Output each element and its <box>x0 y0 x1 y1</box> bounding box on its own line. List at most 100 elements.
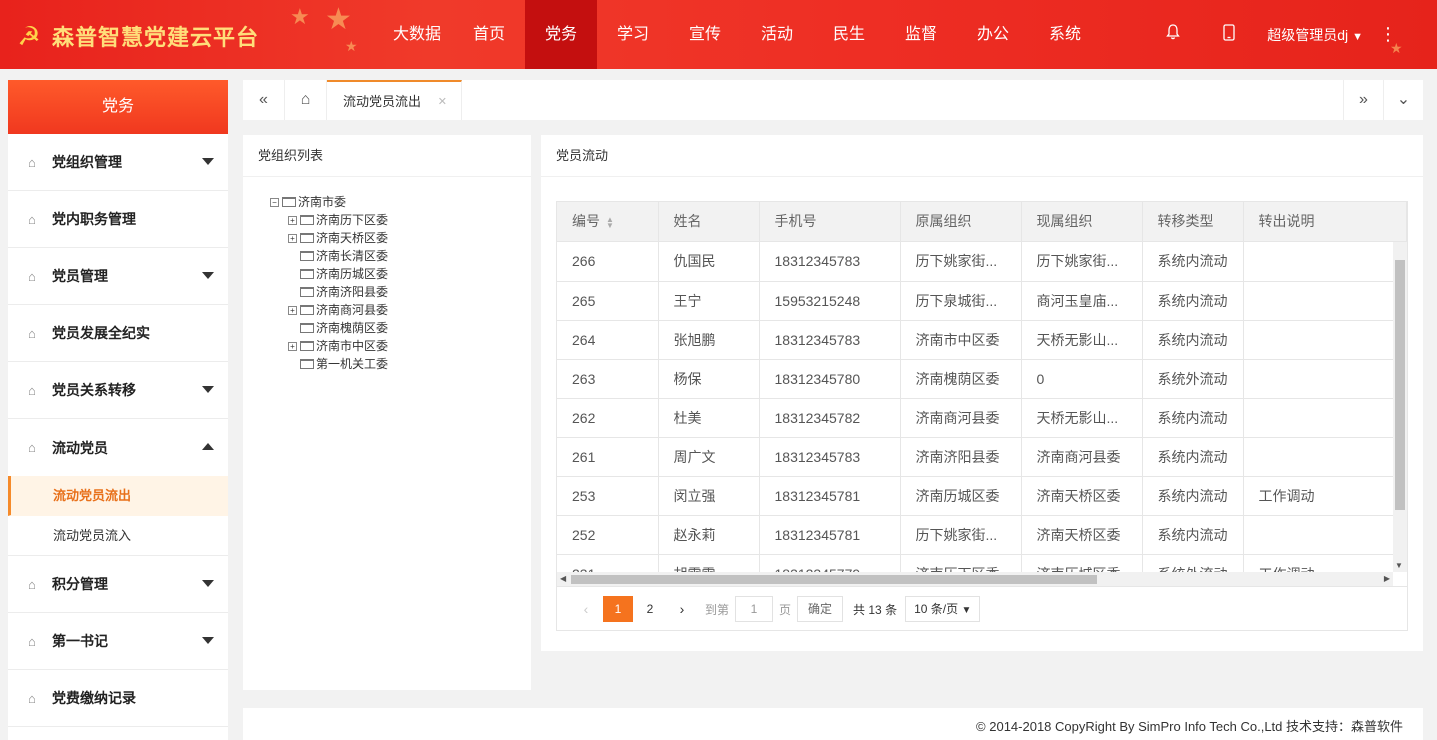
column-header-original-org: 原属组织 <box>900 202 1022 242</box>
nav-item-supervision[interactable]: 监督 <box>885 0 957 69</box>
sidebar-item-position-management[interactable]: ⌂ 党内职务管理 <box>8 191 228 248</box>
nav-item-bigdata[interactable]: 大数据 <box>381 0 453 69</box>
table-row[interactable]: 262 杜美 18312345782 济南商河县委 天桥无影山... 系统内流动 <box>557 398 1393 438</box>
page-size-select[interactable]: 10 条/页 ▼ <box>905 596 981 622</box>
sort-icon[interactable]: ▲ ▼ <box>606 215 616 229</box>
sidebar-subitem-floating-in[interactable]: 流动党员流入 <box>8 516 228 556</box>
home-icon: ⌂ <box>28 211 36 227</box>
horizontal-scroll-thumb[interactable] <box>571 575 1097 584</box>
table-row[interactable]: 265 王宁 15953215248 历下泉城街... 商河玉皇庙... 系统内流动 <box>557 281 1393 321</box>
nav-item-system[interactable]: 系统 <box>1029 0 1101 69</box>
bell-icon[interactable] <box>1145 24 1201 45</box>
expand-icon[interactable]: + <box>288 233 297 243</box>
nav-item-party-affairs[interactable]: 党务 <box>525 0 597 69</box>
cell-id: 264 <box>557 320 659 360</box>
page-button[interactable]: 2 <box>635 596 665 622</box>
prev-page-icon[interactable]: ‹ <box>571 596 601 622</box>
tree-node[interactable]: 济南济阳县委 <box>270 283 531 301</box>
org-list-title: 党组织列表 <box>243 135 531 177</box>
sidebar-item-relation-transfer[interactable]: ⌂ 党员关系转移 <box>8 362 228 419</box>
member-flow-table: 编号 ▲ ▼ 姓名 手机号 原属组织 现属组织 转移类型 转出说明 266 仇国民 18… <box>556 201 1408 631</box>
cell-transfer-type: 系统内流动 <box>1142 437 1244 477</box>
tree-node[interactable]: + 济南市中区委 <box>270 337 531 355</box>
folder-icon <box>300 215 314 225</box>
cell-current-org: 济南历城区委 <box>1021 554 1143 572</box>
sidebar-item-label: 党员发展全纪实 <box>52 325 150 341</box>
tree-node[interactable]: + 济南天桥区委 <box>270 229 531 247</box>
nav-item-activity[interactable]: 活动 <box>741 0 813 69</box>
home-tab-icon[interactable]: ⌂ <box>285 80 327 120</box>
next-page-icon[interactable]: › <box>667 596 697 622</box>
collapse-icon[interactable]: − <box>270 197 279 207</box>
user-menu[interactable]: 超级管理员dj ▼ <box>1267 25 1363 45</box>
sidebar-item-member-management[interactable]: ⌂ 党员管理 <box>8 248 228 305</box>
sidebar-item-first-secretary[interactable]: ⌂ 第一书记 <box>8 613 228 670</box>
total-count: 共 13 条 <box>853 602 898 617</box>
star-decoration: ★ <box>325 3 352 36</box>
scroll-left-icon[interactable]: ◀ <box>560 574 566 583</box>
table-row[interactable]: 252 赵永莉 18312345781 历下姚家街... 济南天桥区委 系统内流动 <box>557 515 1393 555</box>
scroll-tabs-left-icon[interactable]: « <box>243 80 285 120</box>
tree-node[interactable]: 济南长清区委 <box>270 247 531 265</box>
expand-icon[interactable]: + <box>288 341 297 351</box>
tree-node[interactable]: + 济南历下区委 <box>270 211 531 229</box>
tab-menu-chevron-down-icon[interactable]: ⌄ <box>1383 80 1423 120</box>
tab-floating-out[interactable]: 流动党员流出 ✕ <box>327 80 463 122</box>
cell-name: 周广文 <box>658 437 760 477</box>
sidebar-item-floating-members[interactable]: ⌂ 流动党员 <box>8 419 228 476</box>
scroll-right-icon[interactable]: ▶ <box>1384 574 1390 583</box>
scroll-tabs-right-icon[interactable]: » <box>1343 80 1383 120</box>
pagination: ‹ 1 2 › 到第 1 页 确定 共 13 条 10 条/页 ▼ <box>557 586 1407 630</box>
nav-item-livelihood[interactable]: 民生 <box>813 0 885 69</box>
folder-icon <box>300 359 314 369</box>
table-row[interactable]: 261 周广文 18312345783 济南济阳县委 济南商河县委 系统内流动 <box>557 437 1393 477</box>
nav-item-study[interactable]: 学习 <box>597 0 669 69</box>
expand-icon[interactable]: + <box>288 215 297 225</box>
tab-bar: « ⌂ 流动党员流出 ✕ » ⌄ <box>243 80 1423 120</box>
app-logo[interactable]: ☭ 森普智慧党建云平台 <box>14 20 259 52</box>
sidebar-item-org-management[interactable]: ⌂ 党组织管理 <box>8 134 228 191</box>
sidebar-item-member-development[interactable]: ⌂ 党员发展全纪实 <box>8 305 228 362</box>
tree-node[interactable]: − 济南市委 <box>270 193 531 211</box>
vertical-scrollbar[interactable]: ▼ <box>1393 242 1407 572</box>
more-vertical-icon[interactable]: ⋮ <box>1379 24 1397 45</box>
goto-confirm-button[interactable]: 确定 <box>797 596 844 622</box>
page-button-current[interactable]: 1 <box>603 596 633 622</box>
chevron-down-icon <box>202 158 214 165</box>
sidebar-item-label: 党员管理 <box>52 268 108 284</box>
vertical-scroll-thumb[interactable] <box>1395 260 1405 510</box>
table-row[interactable]: 266 仇国民 18312345783 历下姚家街... 历下姚家街... 系统内流动 <box>557 242 1393 282</box>
top-header: ★ ★ ★ ★ ☭ 森普智慧党建云平台 大数据 首页 党务 学习 宣传 活动 民… <box>0 0 1437 69</box>
expand-icon[interactable]: + <box>288 305 297 315</box>
column-header-id[interactable]: 编号 ▲ ▼ <box>557 202 659 242</box>
sidebar-subitem-floating-out[interactable]: 流动党员流出 <box>8 476 228 516</box>
cell-phone: 18312345781 <box>759 515 901 555</box>
nav-item-home[interactable]: 首页 <box>453 0 525 69</box>
tab-label: 流动党员流出 <box>343 94 422 109</box>
org-list-panel: 党组织列表 − 济南市委 + 济南历下区委 + 济南天桥区委 济南长清区委 济南… <box>243 135 531 690</box>
sidebar-item-label: 党组织管理 <box>52 154 122 170</box>
table-row[interactable]: 231胡雷雷18312345779济南历下区委济南历城区委系统外流动工作调动 <box>557 554 1393 572</box>
tree-node[interactable]: 济南槐荫区委 <box>270 319 531 337</box>
close-tab-icon[interactable]: ✕ <box>438 82 447 122</box>
scroll-down-icon[interactable]: ▼ <box>1395 561 1403 570</box>
tree-node[interactable]: 第一机关工委 <box>270 355 531 373</box>
nav-item-publicity[interactable]: 宣传 <box>669 0 741 69</box>
cell-transfer-note <box>1243 398 1393 438</box>
chevron-down-icon <box>202 272 214 279</box>
table-row[interactable]: 253 闵立强 18312345781 济南历城区委 济南天桥区委 系统内流动 工作调动 <box>557 476 1393 516</box>
sidebar-item-dues-records[interactable]: ⌂ 党费缴纳记录 <box>8 670 228 727</box>
column-header-current-org: 现属组织 <box>1021 202 1143 242</box>
goto-page-input[interactable]: 1 <box>735 596 774 622</box>
cell-original-org: 济南槐荫区委 <box>900 359 1022 399</box>
table-row[interactable]: 263 杨保 18312345780 济南槐荫区委 0 系统外流动 <box>557 359 1393 399</box>
cell-transfer-note: 工作调动 <box>1243 476 1393 516</box>
cell-phone: 18312345779 <box>759 554 901 572</box>
tree-node[interactable]: 济南历城区委 <box>270 265 531 283</box>
table-row[interactable]: 264 张旭鹏 18312345783 济南市中区委 天桥无影山... 系统内流动 <box>557 320 1393 360</box>
horizontal-scrollbar[interactable]: ◀ ▶ <box>557 572 1393 586</box>
mobile-icon[interactable] <box>1201 23 1257 46</box>
sidebar-item-points-management[interactable]: ⌂ 积分管理 <box>8 556 228 613</box>
tree-node[interactable]: + 济南商河县委 <box>270 301 531 319</box>
nav-item-office[interactable]: 办公 <box>957 0 1029 69</box>
